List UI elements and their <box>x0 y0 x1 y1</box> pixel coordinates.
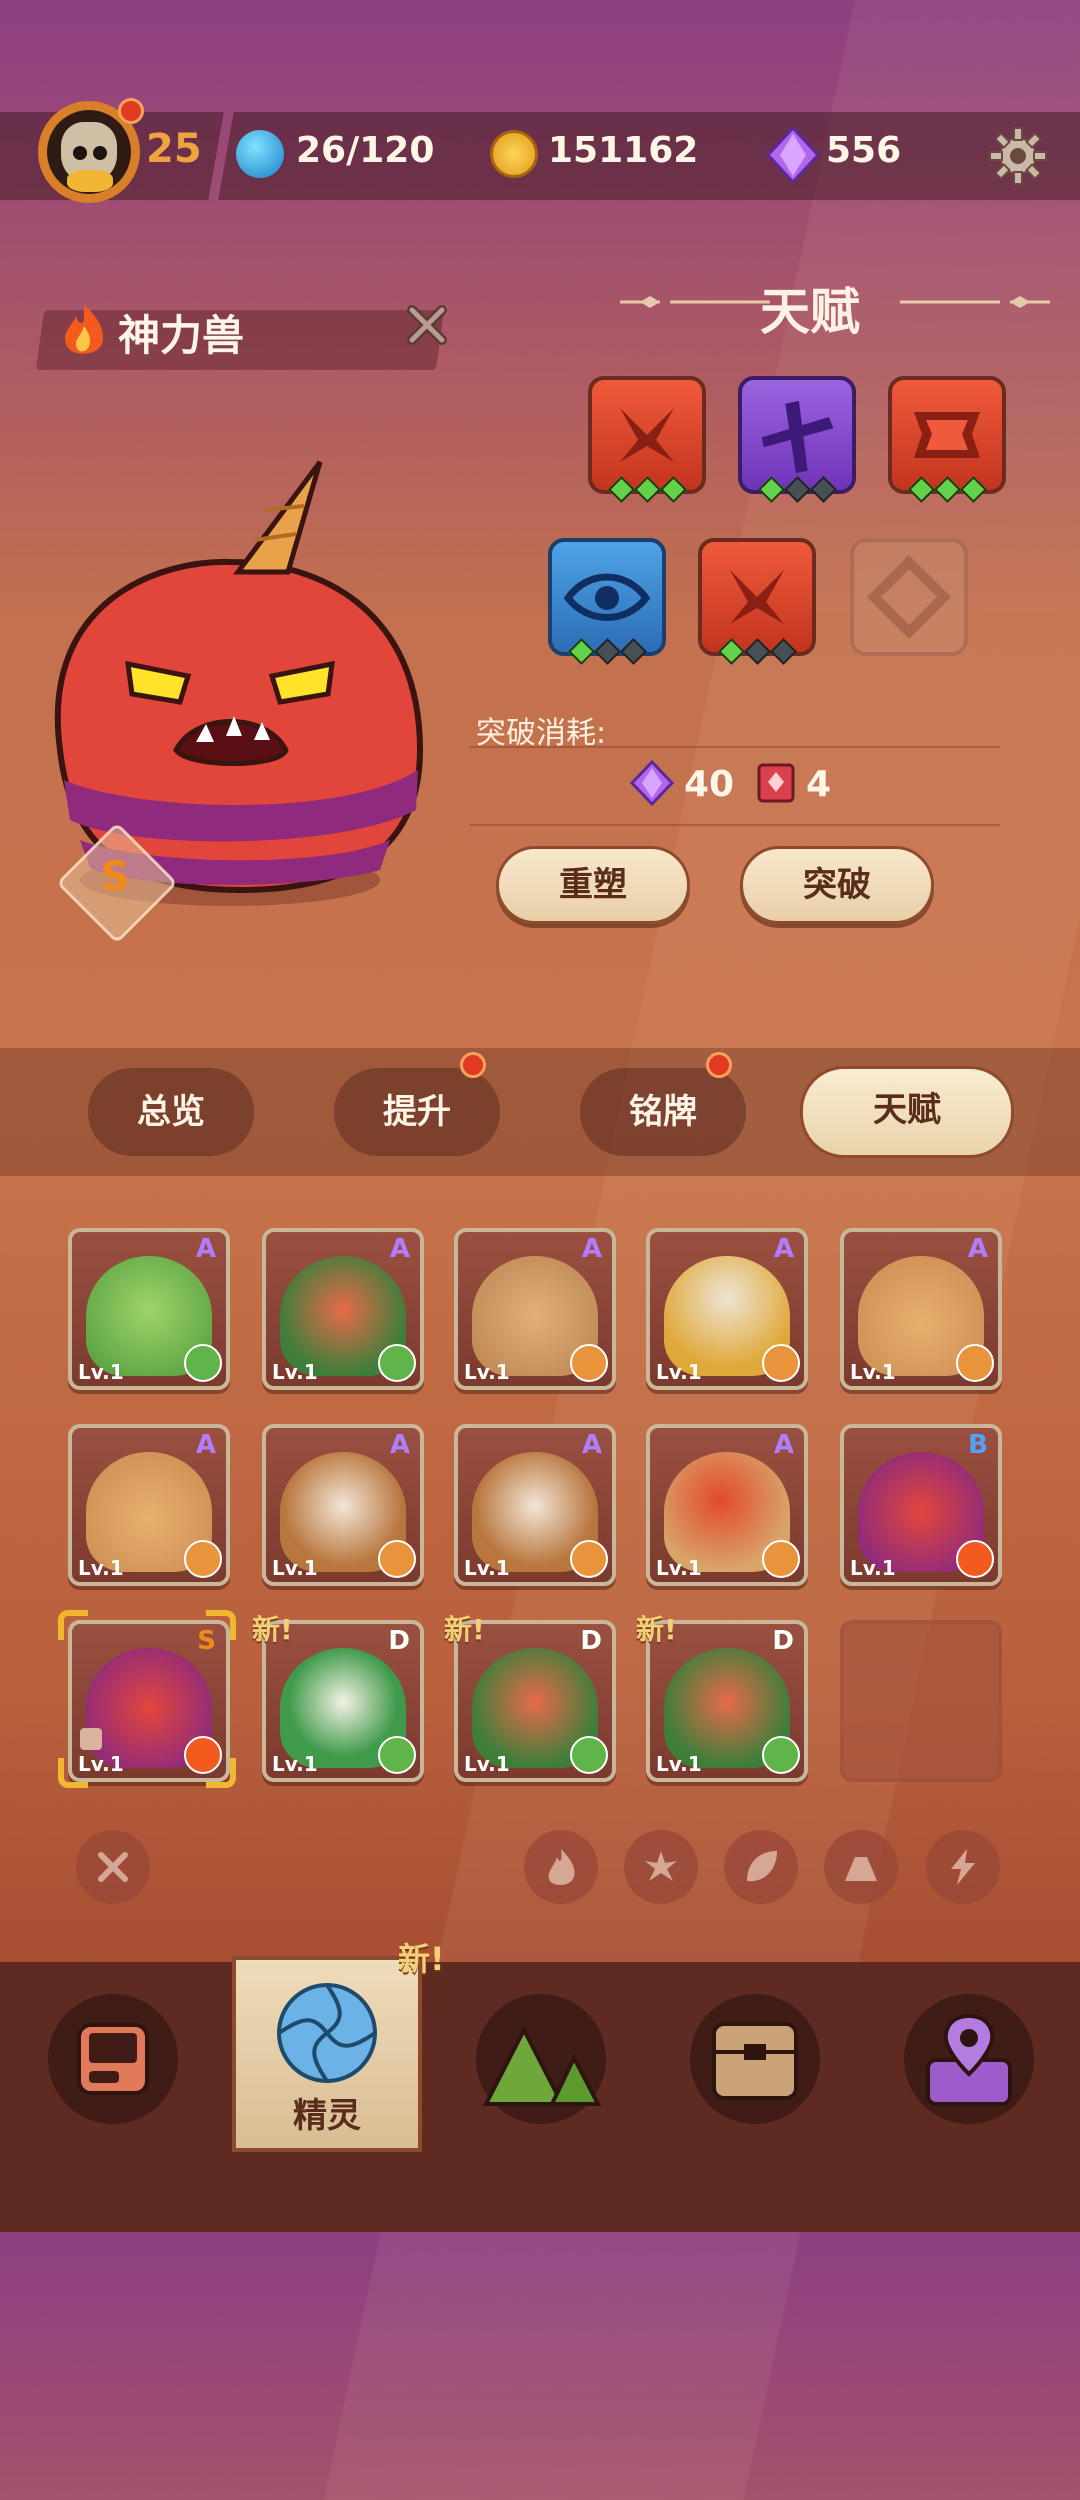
filter-leaf[interactable] <box>724 1830 798 1904</box>
roster-card[interactable]: A Lv.1 <box>262 1424 424 1586</box>
talent-pips <box>908 476 998 503</box>
selection-frame <box>58 1610 88 1640</box>
filter-earth[interactable] <box>824 1830 898 1904</box>
map-pin-icon <box>926 2013 1012 2106</box>
claw-icon <box>620 408 674 462</box>
energy-value: 26/120 <box>296 130 435 171</box>
lock-icon <box>80 1728 102 1750</box>
talent-slot-locked[interactable] <box>850 538 968 656</box>
breakthrough-button[interactable]: 突破 <box>740 846 934 924</box>
leaf-icon <box>378 1344 416 1382</box>
leaf-icon <box>762 1736 800 1774</box>
nav-map[interactable] <box>904 1994 1034 2124</box>
title-ornament-left <box>620 296 770 308</box>
new-tag: 新! <box>252 1613 293 1646</box>
mountain-icon <box>762 1344 800 1382</box>
nav-inventory[interactable] <box>690 1994 820 2124</box>
divider <box>470 746 1000 748</box>
lightning-icon <box>951 1849 975 1885</box>
slash-icon <box>761 400 834 474</box>
player-level: 25 <box>146 126 202 172</box>
mountain-icon <box>570 1344 608 1382</box>
talent-pips <box>718 638 808 665</box>
notification-dot <box>460 1052 486 1078</box>
mountain-icon <box>378 1540 416 1578</box>
new-tag: 新! <box>398 1940 445 1978</box>
mountain-icon <box>762 1540 800 1578</box>
notification-dot <box>118 98 144 124</box>
divider <box>470 824 1000 826</box>
monster-portrait <box>54 460 424 906</box>
fire-icon <box>956 1540 994 1578</box>
roster-card[interactable]: A Lv.1 <box>68 1424 230 1586</box>
chest-icon <box>712 2022 798 2100</box>
cost-gems: 40 <box>684 764 735 805</box>
new-tag: 新! <box>636 1613 677 1646</box>
mountain-icon <box>845 1857 877 1881</box>
filter-lightning[interactable] <box>926 1830 1000 1904</box>
roster-card[interactable]: A Lv.1 <box>646 1424 808 1586</box>
reset-button[interactable]: 重塑 <box>496 846 690 924</box>
leaf-icon <box>378 1736 416 1774</box>
talent-pips <box>758 476 848 503</box>
selection-frame <box>206 1758 236 1788</box>
talent-pips <box>568 638 658 665</box>
mountain-icon <box>956 1344 994 1382</box>
roster-card[interactable]: A Lv.1 <box>840 1228 1002 1390</box>
locked-slot-icon <box>866 554 952 640</box>
talent-pips <box>608 476 698 503</box>
wind-icon <box>645 1851 677 1881</box>
empty-slot <box>840 1620 1002 1782</box>
fire-element-icon <box>65 304 104 354</box>
filter-fire[interactable] <box>524 1830 598 1904</box>
leaf-icon <box>570 1736 608 1774</box>
new-tag: 新! <box>444 1613 485 1646</box>
spirit-orb-icon <box>277 1983 377 2083</box>
close-icon[interactable] <box>402 300 452 350</box>
monster-name: 神力兽 <box>118 311 245 360</box>
filter-wind[interactable] <box>624 1830 698 1904</box>
notification-dot <box>706 1052 732 1078</box>
leaf-icon <box>747 1851 777 1882</box>
roster-card[interactable]: A Lv.1 <box>454 1424 616 1586</box>
tab-upgrade[interactable]: 提升 <box>334 1068 500 1156</box>
leaf-icon <box>184 1344 222 1382</box>
fang-icon <box>914 412 980 458</box>
gem-value: 556 <box>826 130 902 171</box>
device-icon <box>77 2023 149 2095</box>
talent-title: 天赋 <box>760 283 860 341</box>
selection-frame <box>58 1758 88 1788</box>
gear-icon[interactable] <box>988 126 1048 186</box>
nav-spirits-label: 精灵 <box>293 2096 361 2136</box>
coin-icon <box>490 130 538 178</box>
close-icon <box>98 1852 128 1882</box>
roster-card[interactable]: A Lv.1 <box>454 1228 616 1390</box>
gem-icon <box>766 126 820 184</box>
mountain-icon <box>184 1540 222 1578</box>
mountain-icon <box>482 2025 602 2106</box>
cost-books: 4 <box>806 764 832 805</box>
tab-talent[interactable]: 天赋 <box>800 1066 1014 1158</box>
roster-card[interactable]: A Lv.1 <box>646 1228 808 1390</box>
eye-icon <box>563 573 651 621</box>
nav-device[interactable] <box>48 1994 178 2124</box>
roster-card[interactable]: B Lv.1 <box>840 1424 1002 1586</box>
mountain-icon <box>570 1540 608 1578</box>
clear-filter-button[interactable] <box>76 1830 150 1904</box>
water-drop-icon <box>236 130 284 178</box>
tab-overview[interactable]: 总览 <box>88 1068 254 1156</box>
roster-card[interactable]: A Lv.1 <box>262 1228 424 1390</box>
title-ornament-right <box>900 296 1050 308</box>
gem-icon <box>630 760 674 806</box>
coin-value: 151162 <box>548 130 699 171</box>
roster-card[interactable]: A Lv.1 <box>68 1228 230 1390</box>
tab-nameplate[interactable]: 铭牌 <box>580 1068 746 1156</box>
nav-explore[interactable] <box>476 1994 606 2124</box>
selection-frame <box>206 1610 236 1640</box>
book-icon <box>757 763 795 803</box>
fire-icon <box>548 1849 575 1885</box>
claw-icon <box>730 570 784 624</box>
